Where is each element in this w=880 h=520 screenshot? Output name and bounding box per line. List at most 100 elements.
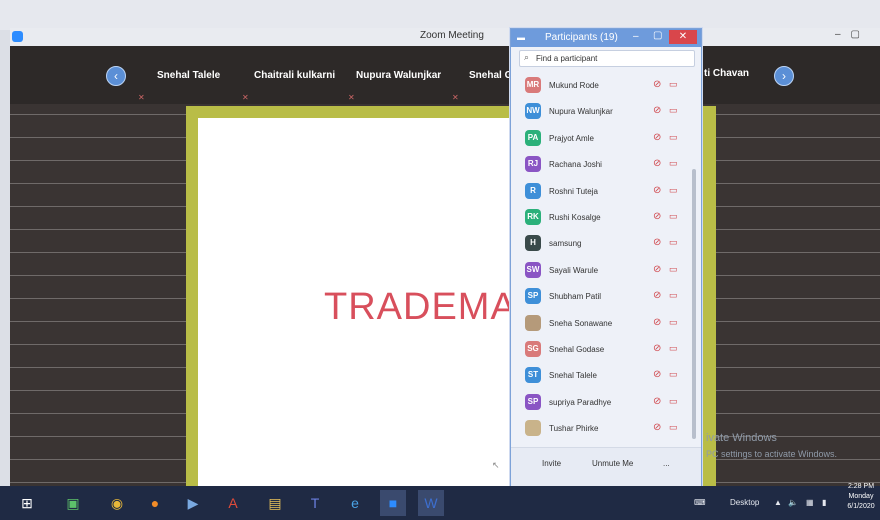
participant-row[interactable]: SP supriya Paradhye ⊘ ▭ [525, 390, 695, 416]
acrobat-icon[interactable]: A [220, 490, 246, 516]
video-off-icon[interactable]: ▭ [669, 343, 678, 354]
strip-participant-name[interactable]: Chaitrali kulkarni [254, 70, 335, 81]
muted-mic-icon[interactable]: ⊘ [653, 79, 661, 90]
file-explorer-icon[interactable]: ▤ [262, 490, 288, 516]
participant-name: Shubham Patil [549, 292, 602, 302]
invite-button[interactable]: Invite [542, 459, 561, 468]
battery-icon[interactable]: ▮ [822, 498, 826, 507]
video-off-icon[interactable]: ▭ [669, 237, 678, 248]
participant-row[interactable]: R Roshni Tuteja ⊘ ▭ [525, 179, 695, 205]
muted-mic-icon[interactable]: ⊘ [653, 237, 661, 248]
participant-name: Snehal Godase [549, 345, 605, 354]
word-icon[interactable]: W [418, 490, 444, 516]
video-off-icon[interactable]: ▭ [669, 105, 678, 116]
clock-date: 6/1/2020 [847, 503, 875, 510]
avatar: NW [525, 103, 541, 120]
muted-mic-icon[interactable]: ⊘ [653, 396, 661, 407]
muted-mic-icon: ✕ [348, 93, 355, 102]
video-off-icon[interactable]: ▭ [669, 211, 678, 222]
participant-name: Mukund Rode [549, 81, 599, 90]
participant-row[interactable]: NW Nupura Walunjkar ⊘ ▭ [525, 99, 695, 125]
taskbar-clock[interactable]: 2:28 PM Monday 6/1/2020 [842, 482, 880, 512]
firefox-icon[interactable]: ● [142, 490, 168, 516]
participant-row[interactable]: PA Prajyot Amle ⊘ ▭ [525, 126, 695, 152]
avatar: PA [525, 129, 541, 146]
muted-mic-icon[interactable]: ⊘ [653, 211, 661, 222]
strip-participant-name[interactable]: ti Chavan [704, 68, 749, 79]
network-icon[interactable]: ▦ [806, 498, 814, 507]
muted-mic-icon[interactable]: ⊘ [653, 343, 661, 354]
muted-mic-icon: ✕ [242, 93, 249, 102]
strip-participant-name[interactable]: Snehal G [469, 70, 512, 81]
panel-menu-icon[interactable]: ▬ [517, 33, 525, 42]
teams-icon[interactable]: T [302, 490, 328, 516]
windows-taskbar: ⊞ ▣ ◉ ● ▶ A ▤ T e ■ W ⌨ Desktop ▲ 🔈 ▦ ▮ [0, 486, 880, 520]
muted-mic-icon[interactable]: ⊘ [653, 317, 661, 328]
video-off-icon[interactable]: ▭ [669, 396, 678, 407]
windows-start-icon[interactable]: ⊞ [14, 490, 40, 516]
video-off-icon[interactable]: ▭ [669, 132, 678, 143]
avatar: SP [525, 393, 541, 410]
video-off-icon[interactable]: ▭ [669, 158, 678, 169]
muted-mic-icon[interactable]: ⊘ [653, 264, 661, 275]
store-icon[interactable]: ▣ [60, 490, 86, 516]
video-strip: ‹ Snehal Talele Chaitrali kulkarni Nupur… [10, 46, 880, 104]
scrollbar[interactable] [692, 169, 696, 439]
participant-row[interactable]: SW Sayali Warule ⊘ ▭ [525, 258, 695, 284]
strip-participant-name[interactable]: Snehal Talele [157, 70, 220, 81]
close-icon[interactable]: ✕ [669, 30, 697, 44]
zoom-icon[interactable]: ■ [380, 490, 406, 516]
participant-row[interactable]: MR Mukund Rode ⊘ ▭ [525, 73, 695, 99]
muted-mic-icon[interactable]: ⊘ [653, 132, 661, 143]
muted-mic-icon: ✕ [452, 93, 459, 102]
participant-row[interactable]: RK Rushi Kosalge ⊘ ▭ [525, 205, 695, 231]
video-off-icon[interactable]: ▭ [669, 264, 678, 275]
clock-day: Monday [848, 493, 874, 500]
window-controls[interactable]: –▢ [835, 29, 870, 40]
avatar: SP [525, 288, 541, 305]
muted-mic-icon[interactable]: ⊘ [653, 105, 661, 116]
participant-name: Prajyot Amle [549, 133, 594, 143]
unmute-me-button[interactable]: Unmute Me [592, 459, 633, 468]
tray-arrow-icon[interactable]: ▲ [774, 498, 782, 507]
participant-search[interactable]: ⌕ [519, 50, 695, 67]
strip-participant-name[interactable]: Nupura Walunjkar [356, 70, 441, 81]
participant-row[interactable]: Sneha Sonawane ⊘ ▭ [525, 311, 695, 337]
muted-mic-icon[interactable]: ⊘ [653, 422, 661, 433]
video-off-icon[interactable]: ▭ [669, 185, 678, 196]
video-off-icon[interactable]: ▭ [669, 422, 678, 433]
keyboard-icon[interactable]: ⌨ [694, 498, 706, 507]
search-icon: ⌕ [524, 52, 530, 62]
shared-screen: TRADEMA [198, 118, 516, 486]
chevron-right-icon[interactable]: › [774, 66, 794, 86]
maximize-icon[interactable]: ▢ [653, 30, 662, 41]
video-off-icon[interactable]: ▭ [669, 290, 678, 301]
media-player-icon[interactable]: ▶ [180, 490, 206, 516]
chevron-left-icon[interactable]: ‹ [106, 66, 126, 86]
participant-row[interactable]: RJ Rachana Joshi ⊘ ▭ [525, 152, 695, 178]
internet-explorer-icon[interactable]: e [342, 490, 368, 516]
participant-row[interactable]: SG Snehal Godase ⊘ ▭ [525, 337, 695, 363]
video-off-icon[interactable]: ▭ [669, 317, 678, 328]
more-button[interactable]: ... [663, 459, 670, 468]
volume-icon[interactable]: 🔈 [788, 498, 798, 507]
desktop-toolbar[interactable]: Desktop [730, 498, 759, 507]
participant-row[interactable]: SP Shubham Patil ⊘ ▭ [525, 284, 695, 310]
window-title: Zoom Meeting [420, 30, 484, 41]
participant-row[interactable]: Tushar Phirke ⊘ ▭ [525, 416, 695, 442]
muted-mic-icon: ✕ [138, 93, 145, 102]
participant-row[interactable]: Hsamsung ⊘ ▭ [525, 231, 695, 257]
muted-mic-icon[interactable]: ⊘ [653, 185, 661, 196]
participant-name: Nupura Walunjkar [549, 107, 613, 117]
muted-mic-icon[interactable]: ⊘ [653, 290, 661, 301]
video-off-icon[interactable]: ▭ [669, 79, 678, 90]
muted-mic-icon[interactable]: ⊘ [653, 158, 661, 169]
activate-windows-watermark: ivate Windows [706, 432, 777, 444]
participant-row[interactable]: ST Snehal Talele ⊘ ▭ [525, 363, 695, 389]
search-input[interactable] [536, 52, 686, 64]
minimize-icon[interactable]: – [633, 31, 639, 42]
avatar: RK [525, 209, 541, 225]
video-off-icon[interactable]: ▭ [669, 369, 678, 380]
chrome-icon[interactable]: ◉ [104, 490, 130, 516]
muted-mic-icon[interactable]: ⊘ [653, 369, 661, 380]
